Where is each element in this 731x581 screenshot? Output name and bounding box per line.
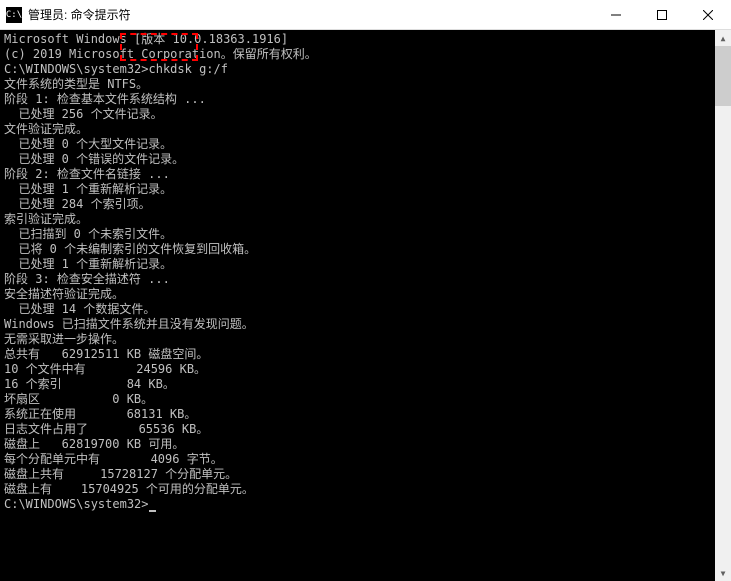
- terminal-line: 磁盘上有 15704925 个可用的分配单元。: [4, 482, 727, 497]
- close-button[interactable]: [685, 0, 731, 29]
- terminal-line: 已处理 1 个重新解析记录。: [4, 182, 727, 197]
- terminal-line: C:\WINDOWS\system32>: [4, 497, 727, 512]
- terminal-line: 无需采取进一步操作。: [4, 332, 727, 347]
- window-titlebar: C:\ 管理员: 命令提示符: [0, 0, 731, 30]
- terminal-line: Windows 已扫描文件系统并且没有发现问题。: [4, 317, 727, 332]
- terminal-line: 已处理 1 个重新解析记录。: [4, 257, 727, 272]
- minimize-button[interactable]: [593, 0, 639, 29]
- terminal-line: 磁盘上 62819700 KB 可用。: [4, 437, 727, 452]
- terminal-line: 已处理 284 个索引项。: [4, 197, 727, 212]
- terminal-line: 安全描述符验证完成。: [4, 287, 727, 302]
- cmd-icon: C:\: [6, 7, 22, 23]
- terminal-line: 已处理 256 个文件记录。: [4, 107, 727, 122]
- terminal-line: 文件系统的类型是 NTFS。: [4, 77, 727, 92]
- terminal-line: 坏扇区 0 KB。: [4, 392, 727, 407]
- terminal-line: 阶段 2: 检查文件名链接 ...: [4, 167, 727, 182]
- terminal-line: 已处理 0 个大型文件记录。: [4, 137, 727, 152]
- terminal-output[interactable]: Microsoft Windows [版本 10.0.18363.1916](c…: [0, 30, 731, 581]
- scroll-up-arrow[interactable]: ▲: [715, 30, 731, 46]
- terminal-line: 每个分配单元中有 4096 字节。: [4, 452, 727, 467]
- vertical-scrollbar[interactable]: ▲ ▼: [715, 30, 731, 581]
- terminal-line: 索引验证完成。: [4, 212, 727, 227]
- window-title: 管理员: 命令提示符: [28, 6, 593, 23]
- terminal-line: 16 个索引 84 KB。: [4, 377, 727, 392]
- terminal-line: Microsoft Windows [版本 10.0.18363.1916]: [4, 32, 727, 47]
- terminal-line: 已将 0 个未编制索引的文件恢复到回收箱。: [4, 242, 727, 257]
- terminal-line: 阶段 1: 检查基本文件系统结构 ...: [4, 92, 727, 107]
- terminal-line: (c) 2019 Microsoft Corporation。保留所有权利。: [4, 47, 727, 62]
- terminal-line: 阶段 3: 检查安全描述符 ...: [4, 272, 727, 287]
- scroll-down-arrow[interactable]: ▼: [715, 565, 731, 581]
- terminal-line: C:\WINDOWS\system32>chkdsk g:/f: [4, 62, 727, 77]
- terminal-line: 磁盘上共有 15728127 个分配单元。: [4, 467, 727, 482]
- scrollbar-thumb[interactable]: [715, 46, 731, 106]
- terminal-line: 系统正在使用 68131 KB。: [4, 407, 727, 422]
- window-controls: [593, 0, 731, 29]
- terminal-line: 日志文件占用了 65536 KB。: [4, 422, 727, 437]
- maximize-button[interactable]: [639, 0, 685, 29]
- terminal-line: 10 个文件中有 24596 KB。: [4, 362, 727, 377]
- terminal-line: 已处理 14 个数据文件。: [4, 302, 727, 317]
- terminal-line: 总共有 62912511 KB 磁盘空间。: [4, 347, 727, 362]
- terminal-line: 已扫描到 0 个未索引文件。: [4, 227, 727, 242]
- terminal-line: 文件验证完成。: [4, 122, 727, 137]
- terminal-line: 已处理 0 个错误的文件记录。: [4, 152, 727, 167]
- cursor: [149, 510, 156, 512]
